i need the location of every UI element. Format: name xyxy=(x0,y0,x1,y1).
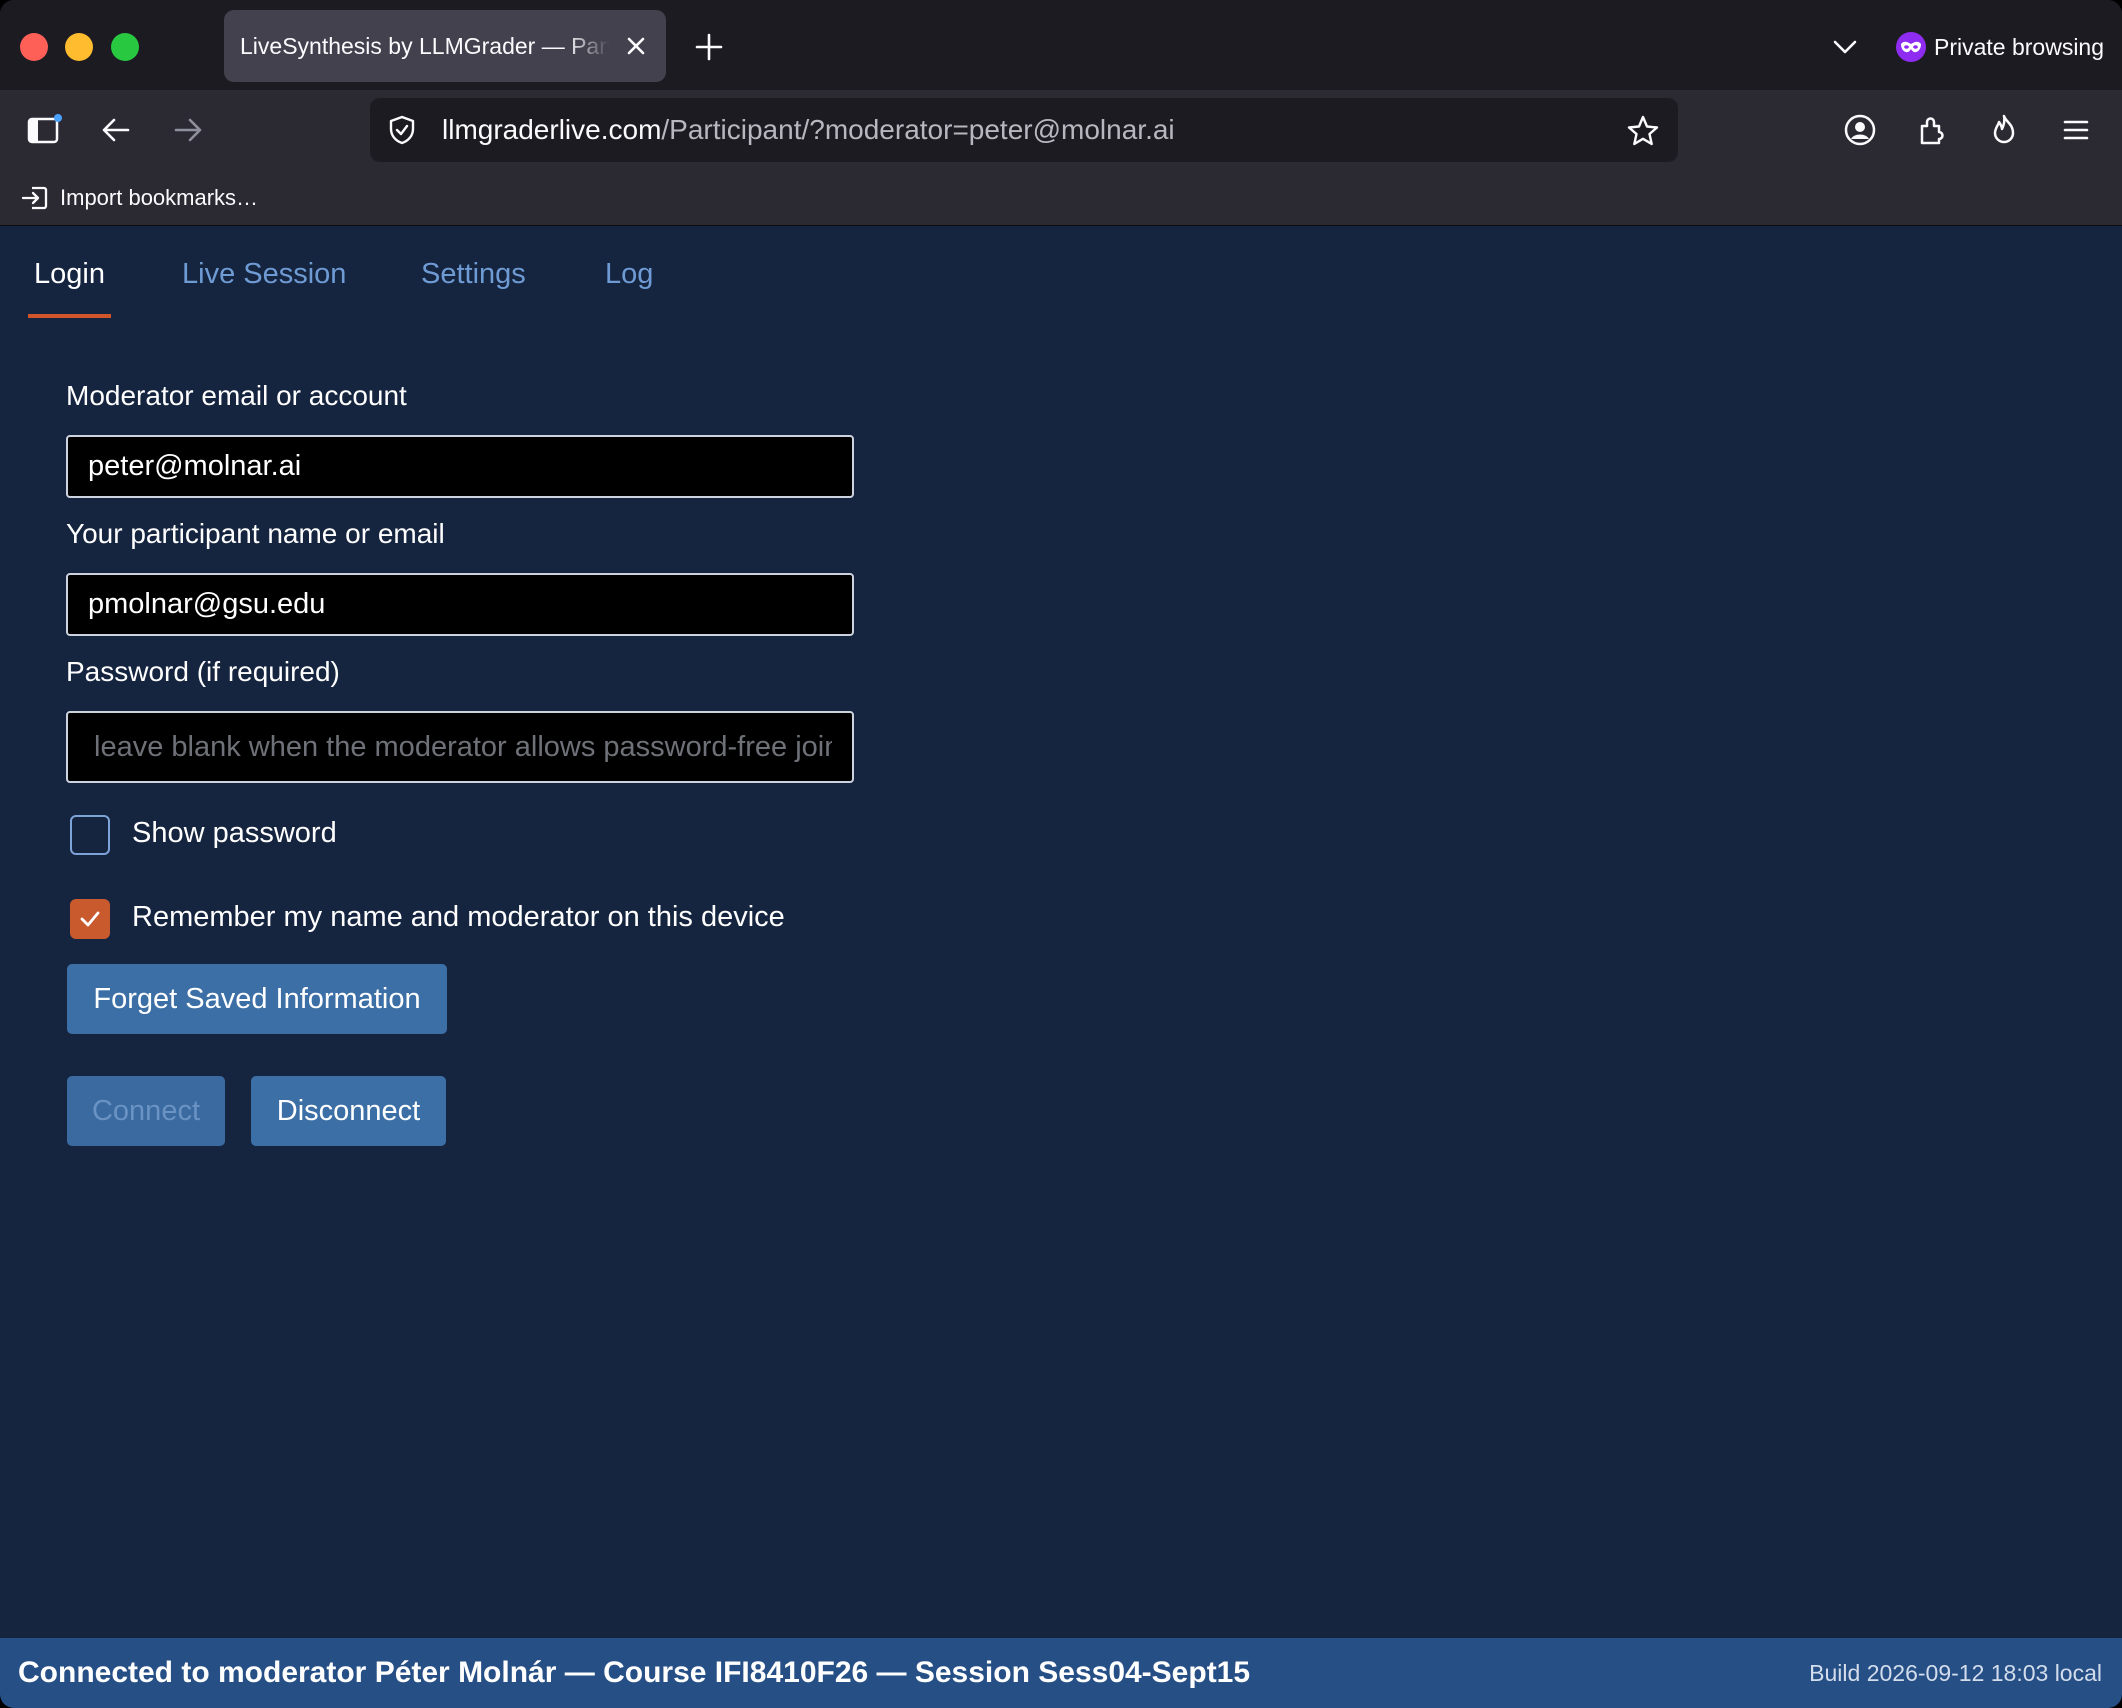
private-mask-icon xyxy=(1896,32,1926,62)
forget-saved-information-button[interactable]: Forget Saved Information xyxy=(67,964,447,1034)
tab-strip: LiveSynthesis by LLMGrader — Participant… xyxy=(0,0,2122,90)
account-icon[interactable] xyxy=(1842,112,1878,148)
import-bookmarks-button[interactable]: Import bookmarks… xyxy=(20,182,258,214)
sidebar-icon[interactable] xyxy=(26,112,62,148)
password-input[interactable] xyxy=(66,711,854,783)
back-arrow-icon[interactable] xyxy=(98,112,134,148)
star-icon[interactable] xyxy=(1626,114,1660,148)
connection-status: Connected to moderator Péter Molnár — Co… xyxy=(18,1656,1251,1689)
tab-live-session[interactable]: Live Session xyxy=(182,258,346,318)
firefox-view-icon[interactable] xyxy=(1986,112,2022,148)
connect-button[interactable]: Connect xyxy=(67,1076,225,1146)
chevron-down-icon[interactable] xyxy=(1830,32,1860,62)
password-label: Password (if required) xyxy=(66,656,340,687)
browser-tab[interactable]: LiveSynthesis by LLMGrader — Participant xyxy=(224,10,666,82)
url-text[interactable]: llmgraderlive.com/Participant/?moderator… xyxy=(442,98,1175,162)
private-browsing-indicator: Private browsing xyxy=(1896,28,2104,66)
tab-login[interactable]: Login xyxy=(28,258,111,318)
window-maximize-button[interactable] xyxy=(111,33,139,61)
participant-input[interactable] xyxy=(66,573,854,636)
participant-label: Your participant name or email xyxy=(66,518,445,549)
moderator-input[interactable] xyxy=(66,435,854,498)
tab-settings[interactable]: Settings xyxy=(421,258,526,318)
moderator-label: Moderator email or account xyxy=(66,380,407,411)
window-close-button[interactable] xyxy=(20,33,48,61)
navigation-toolbar: llmgraderlive.com/Participant/?moderator… xyxy=(0,90,2122,170)
window-minimize-button[interactable] xyxy=(65,33,93,61)
tab-log[interactable]: Log xyxy=(605,258,653,318)
import-icon xyxy=(21,186,48,210)
shield-icon[interactable] xyxy=(386,114,418,146)
browser-window: LiveSynthesis by LLMGrader — Participant… xyxy=(0,0,2122,1708)
forward-arrow-icon[interactable] xyxy=(170,112,206,148)
remember-label[interactable]: Remember my name and moderator on this d… xyxy=(132,901,785,934)
import-bookmarks-label: Import bookmarks… xyxy=(60,185,259,210)
disconnect-button[interactable]: Disconnect xyxy=(251,1076,446,1146)
url-path: /Participant/?moderator=peter@molnar.ai xyxy=(661,114,1175,145)
address-bar[interactable]: llmgraderlive.com/Participant/?moderator… xyxy=(370,98,1678,162)
extensions-icon[interactable] xyxy=(1914,112,1950,148)
show-password-checkbox[interactable] xyxy=(70,815,110,855)
close-icon[interactable] xyxy=(620,30,652,62)
page-content: Login Live Session Settings Log Moderato… xyxy=(0,226,2122,1638)
build-info: Build 2026-09-12 18:03 local xyxy=(1809,1660,2102,1686)
url-domain: llmgraderlive.com xyxy=(442,114,662,145)
menu-icon[interactable] xyxy=(2058,112,2094,148)
browser-tab-title: LiveSynthesis by LLMGrader — Participant xyxy=(240,33,610,59)
checkmark-icon xyxy=(80,911,100,927)
remember-checkbox[interactable] xyxy=(70,899,110,939)
show-password-label[interactable]: Show password xyxy=(132,817,337,850)
bookmarks-toolbar: Import bookmarks… xyxy=(0,170,2122,226)
private-browsing-label: Private browsing xyxy=(1934,33,2105,60)
status-bar: Connected to moderator Péter Molnár — Co… xyxy=(0,1638,2122,1708)
plus-icon[interactable] xyxy=(692,30,726,64)
